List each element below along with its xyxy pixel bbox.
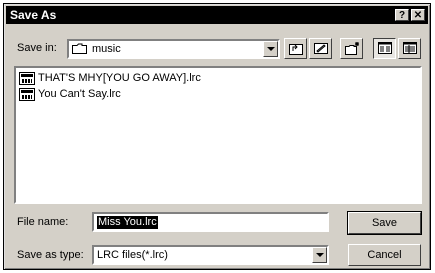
file-name: You Can't Say.lrc <box>38 88 121 100</box>
save-in-dropdown[interactable]: music <box>67 39 280 59</box>
details-view-icon <box>403 42 417 54</box>
file-name-value: Miss You.lrc <box>97 216 158 229</box>
up-one-level-button[interactable] <box>284 38 307 59</box>
cancel-button[interactable]: Cancel <box>348 244 421 266</box>
folder-icon <box>72 43 87 54</box>
help-button[interactable]: ? <box>395 9 409 21</box>
file-name-label: File name: <box>17 216 69 228</box>
details-view-button[interactable] <box>398 38 421 59</box>
save-as-type-label: Save as type: <box>17 249 84 261</box>
save-as-type-dropdown[interactable]: LRC files(*.lrc) <box>92 245 329 265</box>
list-view-icon <box>378 42 392 54</box>
close-button[interactable]: ✕ <box>411 9 425 21</box>
file-list[interactable]: THAT'S MHY[YOU GO AWAY].lrc You Can't Sa… <box>14 66 422 204</box>
title-bar: Save As ? ✕ <box>6 6 428 24</box>
lrc-file-icon <box>19 72 35 85</box>
chevron-down-icon[interactable] <box>312 247 327 263</box>
dialog-title: Save As <box>10 8 57 22</box>
file-name: THAT'S MHY[YOU GO AWAY].lrc <box>38 72 201 84</box>
new-folder-button[interactable] <box>340 38 363 59</box>
save-as-type-value: LRC files(*.lrc) <box>97 249 168 261</box>
save-in-value: music <box>92 43 121 55</box>
file-name-input[interactable]: Miss You.lrc <box>92 212 329 232</box>
chevron-down-icon[interactable] <box>263 41 278 57</box>
save-button[interactable]: Save <box>347 211 422 235</box>
up-folder-icon <box>289 44 303 55</box>
save-as-dialog: Save As ? ✕ Save in: music THAT'S MHY[YO… <box>3 3 431 270</box>
lrc-file-icon <box>19 88 35 101</box>
list-view-button[interactable] <box>373 38 396 59</box>
save-in-label: Save in: <box>17 42 57 54</box>
new-folder-icon <box>345 42 359 55</box>
desktop-icon <box>314 43 328 54</box>
desktop-button[interactable] <box>309 38 332 59</box>
